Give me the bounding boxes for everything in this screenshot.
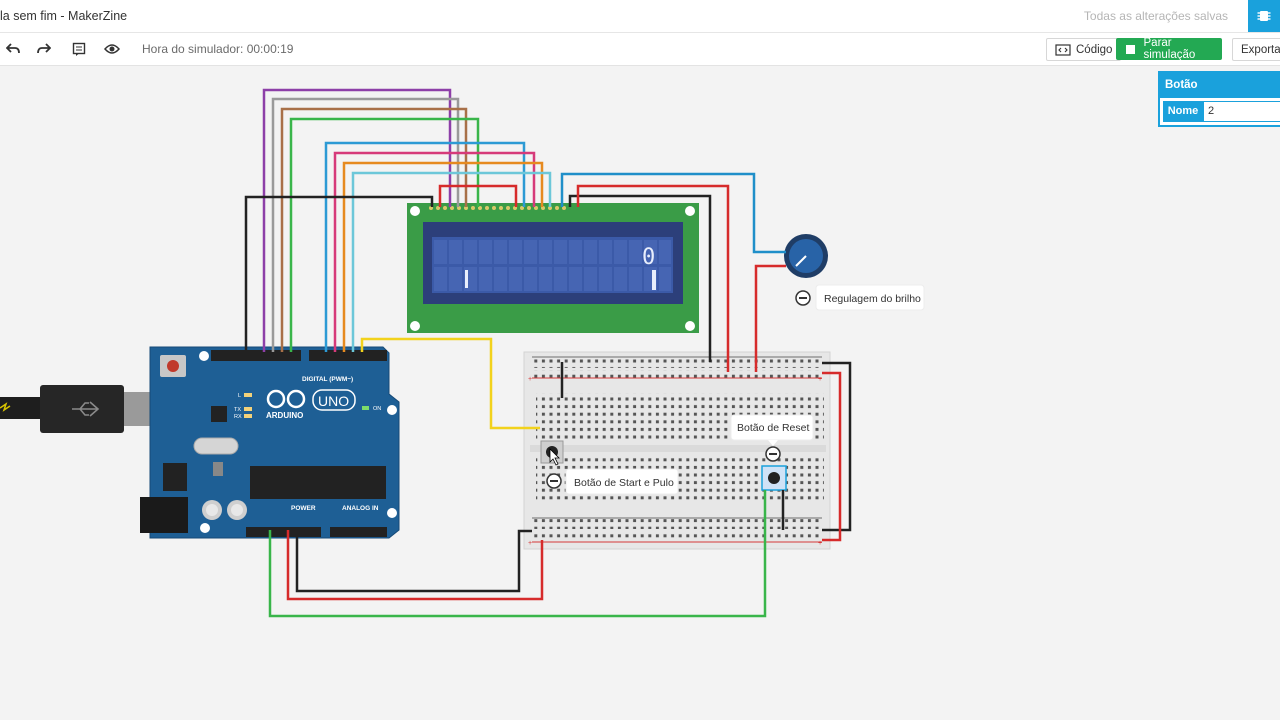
svg-text:+: + — [528, 540, 532, 547]
circuit-canvas[interactable]: ARDUINO UNO DIGITAL (PWM~) POWER ANALOG … — [0, 0, 1280, 720]
collapse-note-icon[interactable] — [546, 473, 562, 489]
lcd-16x2[interactable]: 0 — [407, 203, 699, 333]
collapse-note-icon[interactable] — [765, 446, 781, 462]
svg-text:+: + — [818, 376, 822, 383]
lcd-player-glyph — [465, 270, 468, 288]
tx-label: TX — [234, 407, 241, 413]
collapse-note-icon[interactable] — [795, 290, 811, 306]
annotation-brightness-text: Regulagem do brilho — [824, 293, 921, 305]
arduino-uno-board[interactable]: ARDUINO UNO DIGITAL (PWM~) POWER ANALOG … — [140, 346, 400, 539]
on-label: ON — [373, 406, 381, 412]
l-label: L — [238, 393, 241, 399]
rx-label: RX — [234, 414, 242, 420]
svg-text:+: + — [818, 540, 822, 547]
annotation-start-jump[interactable]: Botão de Start e Pulo — [546, 468, 679, 495]
digital-header-label: DIGITAL (PWM~) — [302, 376, 353, 383]
analog-header-label: ANALOG IN — [342, 505, 379, 512]
annotation-start-jump-text: Botão de Start e Pulo — [574, 477, 674, 489]
lcd-score-digit: 0 — [642, 245, 655, 270]
lcd-obstacle-glyph — [652, 270, 656, 290]
arduino-brand: ARDUINO — [266, 411, 303, 420]
annotation-reset-text: Botão de Reset — [737, 422, 809, 434]
reset-button[interactable] — [761, 465, 787, 491]
potentiometer[interactable] — [784, 234, 828, 278]
svg-text:+: + — [528, 376, 532, 383]
annotation-brightness[interactable]: Regulagem do brilho — [795, 284, 925, 311]
arduino-model: UNO — [318, 393, 349, 409]
power-header-label: POWER — [291, 505, 316, 512]
